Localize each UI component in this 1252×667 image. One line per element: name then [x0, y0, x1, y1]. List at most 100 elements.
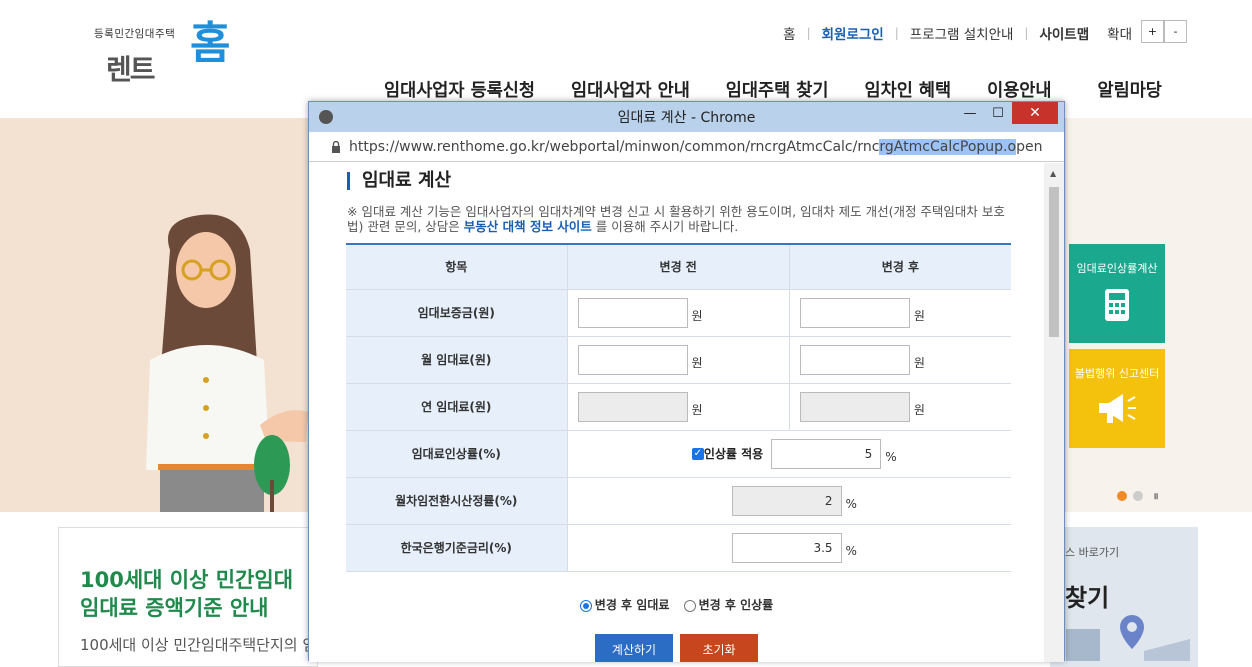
- reset-button[interactable]: 초기화: [680, 634, 758, 662]
- topnav-separator: |: [1024, 26, 1029, 40]
- mainnav-item-guide[interactable]: 임대사업자 안내: [571, 77, 690, 102]
- unit-label: 원: [913, 309, 925, 323]
- row-label: 월차임전환시산정률(%): [346, 477, 567, 525]
- logo-rent-text: 렌트: [106, 53, 156, 86]
- col-header-before: 변경 전: [566, 243, 790, 290]
- map-pin-illustration: [1066, 615, 1190, 661]
- unit-label: %: [845, 543, 857, 558]
- scroll-thumb[interactable]: [1049, 187, 1059, 337]
- row-label: 임대료인상률(%): [346, 430, 567, 478]
- apply-rate-checkbox[interactable]: ✓: [691, 447, 704, 460]
- top-utility-nav: 홈 | 회원로그인 | 프로그램 설치안내 | 사이트맵 확대: [783, 23, 1188, 43]
- woman-illustration: [146, 214, 308, 512]
- topnav-login[interactable]: 회원로그인: [822, 23, 884, 43]
- annual-rent-after-field: [799, 391, 910, 422]
- table-row-monthly-rent: 월 임대료(원) 원 원: [346, 336, 1011, 384]
- conversion-rate-field: 2: [731, 485, 842, 516]
- zoom-out-button[interactable]: -: [1164, 20, 1187, 43]
- row-label: 임대보증금(원): [346, 289, 567, 337]
- table-row-base-rate: 한국은행기준금리(%) 3.5%: [346, 524, 1011, 572]
- rent-increase-calc-card[interactable]: 임대료인상률계산: [1069, 244, 1165, 343]
- notice-subtitle: 100세대 이상 민간임대주택단지의 임: [80, 636, 317, 654]
- minimize-button[interactable]: —: [956, 102, 984, 124]
- deposit-before-input[interactable]: [577, 297, 688, 328]
- find-shortcut-label: 스 바로가기: [1065, 546, 1120, 559]
- radio-after-rate[interactable]: [683, 599, 696, 612]
- calculate-button[interactable]: 계산하기: [595, 634, 673, 662]
- zoom-controls: + -: [1141, 20, 1187, 43]
- col-header-after: 변경 후: [788, 243, 1011, 290]
- unit-label: %: [885, 449, 897, 464]
- apply-rate-label: 인상률 적용: [703, 447, 764, 461]
- mainnav-item-usage[interactable]: 이용안내: [987, 77, 1051, 102]
- unit-label: 원: [691, 356, 703, 370]
- logo-home-text: 홈: [190, 18, 231, 69]
- row-label: 월 임대료(원): [346, 336, 567, 384]
- monthly-rent-after-input[interactable]: [799, 344, 910, 375]
- topnav-sitemap[interactable]: 사이트맵: [1039, 23, 1089, 43]
- row-label: 한국은행기준금리(%): [346, 524, 567, 572]
- row-label: 연 임대료(원): [346, 383, 567, 431]
- url-selected-text: rgAtmcCalcPopup.o: [879, 138, 1017, 155]
- base-rate-input[interactable]: 3.5: [731, 532, 842, 563]
- table-row-increase-rate: 임대료인상률(%) ✓ 인상률 적용 5%: [346, 430, 1011, 478]
- table-row-deposit: 임대보증금(원) 원 원: [346, 289, 1011, 337]
- topnav-separator: |: [806, 26, 811, 40]
- find-title: 찾기: [1065, 584, 1110, 612]
- topnav-separator: |: [894, 26, 899, 40]
- zoom-in-button[interactable]: +: [1141, 20, 1164, 43]
- table-row-annual-rent: 연 임대료(원) 원 원: [346, 383, 1011, 431]
- mainnav-item-register[interactable]: 임대사업자 등록신청: [384, 77, 535, 102]
- rent-calc-popup-window: 임대료 계산 - Chrome — ☐ ✕ https://www.rentho…: [308, 101, 1065, 662]
- policy-info-link[interactable]: 부동산 대책 정보 사이트: [464, 219, 592, 234]
- popup-titlebar[interactable]: 임대료 계산 - Chrome — ☐ ✕: [309, 102, 1064, 132]
- monthly-rent-before-input[interactable]: [577, 344, 688, 375]
- chrome-icon: [319, 110, 333, 124]
- window-controls: — ☐ ✕: [956, 102, 1058, 124]
- radio-after-rent[interactable]: [579, 599, 592, 612]
- section-title: 임대료 계산: [347, 172, 451, 190]
- topnav-home[interactable]: 홈: [783, 23, 795, 43]
- url-text: https://www.renthome.go.kr/webportal/min…: [349, 138, 880, 155]
- rent-calc-table: 항목 변경 전 변경 후 임대보증금(원) 원 원 월 임대료(원) 원 원 연…: [346, 243, 1011, 572]
- url-text-end: pen: [1016, 138, 1043, 155]
- address-bar[interactable]: https://www.renthome.go.kr/webportal/min…: [309, 132, 1064, 162]
- popup-content: 임대료 계산 ※ 임대료 계산 기능은 임대사업자의 임대차계약 변경 신고 시…: [309, 163, 1044, 662]
- card-label: 불법행위 신고센터: [1074, 367, 1160, 380]
- action-buttons: 계산하기 초기화: [309, 634, 1044, 662]
- topnav-program-install[interactable]: 프로그램 설치안내: [910, 23, 1014, 43]
- notice-title[interactable]: 100세대 이상 민간임대 임대료 증액기준 안내: [80, 566, 293, 622]
- calculator-icon: [1105, 289, 1129, 321]
- carousel-dot-1[interactable]: [1117, 490, 1127, 501]
- scroll-up-arrow[interactable]: ▲: [1050, 169, 1056, 178]
- unit-label: %: [845, 496, 857, 511]
- megaphone-icon: [1099, 394, 1136, 423]
- unit-label: 원: [913, 403, 925, 417]
- maximize-button[interactable]: ☐: [984, 102, 1012, 124]
- deposit-after-input[interactable]: [799, 297, 910, 328]
- mainnav-item-find-housing[interactable]: 임대주택 찾기: [726, 77, 829, 102]
- annual-rent-before-field: [577, 391, 688, 422]
- increase-rate-input[interactable]: 5: [771, 438, 882, 469]
- card-label: 임대료인상률계산: [1076, 262, 1158, 275]
- col-header-item: 항목: [346, 243, 567, 290]
- site-logo[interactable]: 등록민간임대주택 렌트 홈: [94, 22, 244, 96]
- carousel-pause-button[interactable]: ॥: [1153, 489, 1158, 502]
- radio-after-rate-label: 변경 후 인상률: [698, 598, 774, 612]
- mainnav-item-tenant-benefit[interactable]: 임차인 혜택: [865, 77, 952, 102]
- popup-title: 임대료 계산 - Chrome: [617, 110, 756, 126]
- carousel-dot-2[interactable]: [1133, 490, 1143, 501]
- table-row-conversion-rate: 월차임전환시산정률(%) 2%: [346, 477, 1011, 525]
- description-text-end: 를 이용해 주시기 바랍니다.: [591, 219, 739, 234]
- close-button[interactable]: ✕: [1012, 102, 1058, 124]
- logo-subtitle: 등록민간임대주택: [94, 28, 176, 40]
- calc-mode-radio-group: 변경 후 임대료 변경 후 인상률: [309, 596, 1044, 613]
- unit-label: 원: [691, 403, 703, 417]
- mainnav-item-notice[interactable]: 알림마당: [1098, 77, 1162, 102]
- unit-label: 원: [913, 356, 925, 370]
- popup-scrollbar[interactable]: ▲: [1044, 163, 1064, 662]
- main-nav: 임대사업자 등록신청 임대사업자 안내 임대주택 찾기 임차인 혜택 이용안내 …: [384, 77, 1162, 102]
- unit-label: 원: [691, 309, 703, 323]
- report-center-card[interactable]: 불법행위 신고센터: [1069, 349, 1165, 448]
- radio-after-rent-label: 변경 후 임대료: [594, 598, 670, 612]
